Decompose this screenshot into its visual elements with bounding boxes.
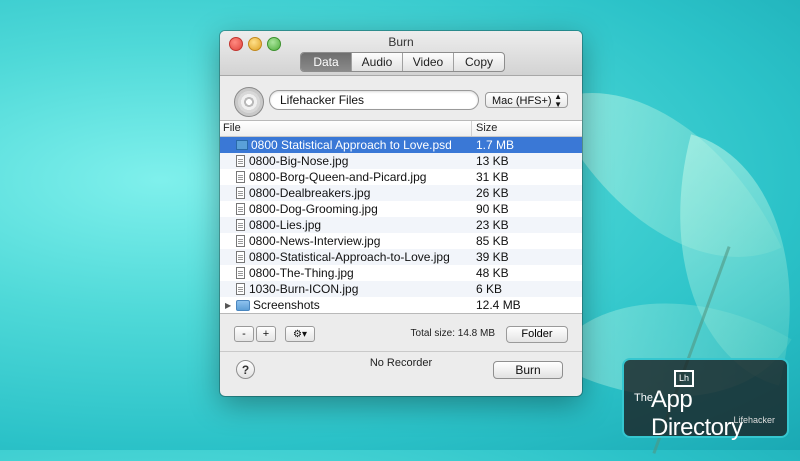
file-name: 0800 Statistical Approach to Love.psd (251, 138, 452, 152)
table-row[interactable]: 0800-Borg-Queen-and-Picard.jpg 31 KB (220, 169, 582, 185)
file-cell: 0800-Borg-Queen-and-Picard.jpg (220, 170, 472, 184)
window-title: Burn (388, 35, 414, 49)
file-size: 90 KB (476, 202, 509, 216)
table-row[interactable]: 0800-Dog-Grooming.jpg 90 KB (220, 201, 582, 217)
table-row[interactable]: 0800-Big-Nose.jpg 13 KB (220, 153, 582, 169)
file-name: 0800-The-Thing.jpg (249, 266, 354, 280)
select-arrows-icon: ▲ ▼ (554, 92, 562, 109)
file-cell: 0800 Statistical Approach to Love.psd (220, 138, 472, 152)
file-name: Screenshots (253, 298, 320, 312)
image-file-icon (236, 155, 245, 167)
add-button[interactable]: + (256, 326, 276, 342)
file-cell: 0800-Dealbreakers.jpg (220, 186, 472, 200)
file-size: 13 KB (476, 154, 509, 168)
file-name: 0800-Lies.jpg (249, 218, 322, 232)
tab-data[interactable]: Data (301, 53, 351, 71)
file-cell: 0800-Dog-Grooming.jpg (220, 202, 472, 216)
file-name: 0800-Dog-Grooming.jpg (249, 202, 378, 216)
file-size: 12.4 MB (476, 298, 521, 312)
file-size: 85 KB (476, 234, 509, 248)
image-file-icon (236, 235, 245, 247)
file-cell: 0800-The-Thing.jpg (220, 266, 472, 280)
tab-audio[interactable]: Audio (351, 53, 402, 71)
file-name: 0800-Big-Nose.jpg (249, 154, 349, 168)
table-row[interactable]: 0800-News-Interview.jpg 85 KB (220, 233, 582, 249)
badge-brand: Lifehacker (733, 415, 775, 425)
title-bar[interactable]: Burn Data Audio Video Copy (220, 31, 582, 76)
table-row[interactable]: 0800-Lies.jpg 23 KB (220, 217, 582, 233)
burn-window: Burn Data Audio Video Copy Mac (HFS+) ▲▼… (220, 31, 582, 396)
psd-file-icon (236, 140, 248, 150)
file-cell: 0800-Statistical-Approach-to-Love.jpg (220, 250, 472, 264)
image-file-icon (236, 219, 245, 231)
table-row[interactable]: 0800-Dealbreakers.jpg 26 KB (220, 185, 582, 201)
image-file-icon (236, 203, 245, 215)
badge-title: App Directory (651, 386, 743, 441)
image-file-icon (236, 251, 245, 263)
remove-button[interactable]: - (234, 326, 254, 342)
folder-button[interactable]: Folder (506, 326, 568, 343)
folder-icon (236, 299, 250, 311)
image-file-icon (236, 187, 245, 199)
table-row[interactable]: 1030-Burn-ICON.jpg 6 KB (220, 281, 582, 297)
file-cell: ▶ Screenshots (220, 298, 472, 312)
table-row[interactable]: 0800-Statistical-Approach-to-Love.jpg 39 … (220, 249, 582, 265)
file-name: 1030-Burn-ICON.jpg (249, 282, 359, 296)
image-file-icon (236, 267, 245, 279)
mode-tabs: Data Audio Video Copy (300, 52, 505, 72)
disc-icon (234, 87, 264, 117)
total-size-label: Total size: 14.8 MB (410, 328, 495, 339)
table-row[interactable]: 0800-The-Thing.jpg 48 KB (220, 265, 582, 281)
file-size: 23 KB (476, 218, 509, 232)
disc-name-row: Mac (HFS+) ▲▼ (232, 87, 570, 117)
table-row[interactable]: ▶ Screenshots 12.4 MB (220, 297, 582, 313)
file-name: 0800-News-Interview.jpg (249, 234, 381, 248)
file-name: 0800-Borg-Queen-and-Picard.jpg (249, 170, 427, 184)
burn-button[interactable]: Burn (493, 361, 563, 379)
file-cell: 1030-Burn-ICON.jpg (220, 282, 472, 296)
divider (220, 351, 582, 352)
filesystem-select[interactable]: Mac (HFS+) ▲ ▼ (485, 92, 568, 109)
tab-video[interactable]: Video (402, 53, 453, 71)
disclosure-triangle-icon[interactable]: ▶ (225, 301, 233, 310)
file-size: 1.7 MB (476, 138, 515, 152)
file-table: File Size 0800 Statistical Approach to L… (220, 120, 582, 314)
file-name: 0800-Statistical-Approach-to-Love.jpg (249, 250, 450, 264)
column-header-size[interactable]: Size (472, 121, 497, 136)
image-file-icon (236, 283, 245, 295)
file-cell: 0800-Big-Nose.jpg (220, 154, 472, 168)
table-header: File Size (220, 121, 582, 137)
file-size: 48 KB (476, 266, 509, 280)
file-size: 6 KB (476, 282, 503, 296)
gear-menu-button[interactable]: ⚙▾ (285, 326, 315, 342)
filesystem-select-value: Mac (HFS+) (492, 95, 552, 107)
file-size: 26 KB (476, 186, 509, 200)
lifehacker-logo-icon: Lh (674, 370, 694, 387)
disc-name-input[interactable] (269, 90, 479, 110)
file-name: 0800-Dealbreakers.jpg (249, 186, 371, 200)
column-header-file[interactable]: File (220, 121, 472, 136)
image-file-icon (236, 171, 245, 183)
file-cell: 0800-News-Interview.jpg (220, 234, 472, 248)
table-row[interactable]: 0800 Statistical Approach to Love.psd 1.7… (220, 137, 582, 153)
file-size: 31 KB (476, 170, 509, 184)
file-size: 39 KB (476, 250, 509, 264)
table-body: 0800 Statistical Approach to Love.psd 1.7… (220, 137, 582, 313)
bottom-controls: - + ⚙▾ Total size: 14.8 MB Folder (234, 323, 568, 345)
tab-copy[interactable]: Copy (453, 53, 504, 71)
app-directory-badge: Lh The App Directory Lifehacker (622, 358, 789, 441)
file-cell: 0800-Lies.jpg (220, 218, 472, 232)
